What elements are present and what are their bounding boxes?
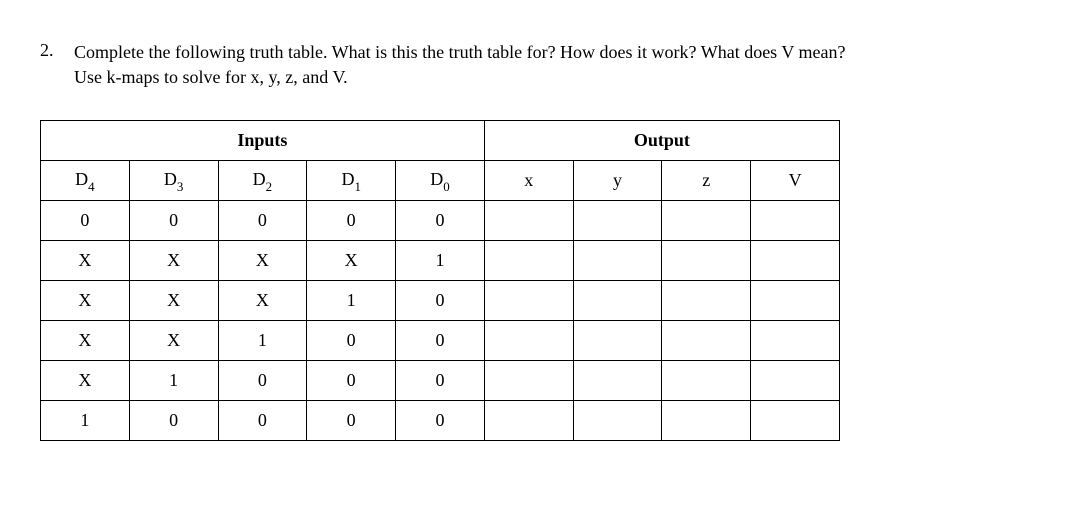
cell: [484, 281, 573, 321]
col-x: x: [484, 161, 573, 201]
cell: 1: [307, 281, 396, 321]
cell: 1: [396, 241, 485, 281]
cell: [484, 401, 573, 441]
question-text-line1: Complete the following truth table. What…: [74, 42, 846, 62]
cell: 0: [307, 401, 396, 441]
cell: 0: [218, 201, 307, 241]
cell: 0: [307, 321, 396, 361]
cell: 0: [129, 401, 218, 441]
table-row: 0 0 0 0 0: [41, 201, 840, 241]
cell: [573, 361, 662, 401]
cell: [662, 361, 751, 401]
cell: [751, 241, 840, 281]
cell: [751, 361, 840, 401]
cell: X: [41, 321, 130, 361]
cell: X: [129, 241, 218, 281]
cell: 1: [41, 401, 130, 441]
cell: [573, 241, 662, 281]
cell: [484, 321, 573, 361]
cell: X: [218, 241, 307, 281]
cell: X: [129, 321, 218, 361]
cell: [662, 201, 751, 241]
table-column-header-row: D4 D3 D2 D1 D0 x y z V: [41, 161, 840, 201]
cell: 0: [396, 201, 485, 241]
cell: [662, 281, 751, 321]
cell: [751, 321, 840, 361]
truth-table: Inputs Output D4 D3 D2 D1 D0 x y z V 0 0…: [40, 120, 840, 441]
col-y: y: [573, 161, 662, 201]
output-header: Output: [484, 121, 839, 161]
cell: [484, 241, 573, 281]
col-d0: D0: [396, 161, 485, 201]
cell: [751, 201, 840, 241]
inputs-header: Inputs: [41, 121, 485, 161]
cell: [573, 401, 662, 441]
cell: 0: [129, 201, 218, 241]
cell: X: [41, 241, 130, 281]
question-number: 2.: [40, 40, 62, 61]
table-row: X X 1 0 0: [41, 321, 840, 361]
table-row: X X X X 1: [41, 241, 840, 281]
cell: [573, 321, 662, 361]
cell: 0: [218, 401, 307, 441]
cell: X: [129, 281, 218, 321]
cell: X: [218, 281, 307, 321]
cell: 0: [396, 361, 485, 401]
cell: 1: [218, 321, 307, 361]
question-text: Complete the following truth table. What…: [74, 40, 846, 90]
cell: 0: [396, 281, 485, 321]
col-d1: D1: [307, 161, 396, 201]
table-body: 0 0 0 0 0 X X X X 1 X X X 1 0: [41, 201, 840, 441]
cell: [751, 401, 840, 441]
cell: [484, 361, 573, 401]
cell: [751, 281, 840, 321]
table-row: X X X 1 0: [41, 281, 840, 321]
cell: 0: [307, 361, 396, 401]
cell: [662, 241, 751, 281]
cell: 0: [307, 201, 396, 241]
cell: X: [41, 281, 130, 321]
col-d2: D2: [218, 161, 307, 201]
cell: [662, 321, 751, 361]
cell: [573, 281, 662, 321]
cell: 0: [41, 201, 130, 241]
table-header-group-row: Inputs Output: [41, 121, 840, 161]
cell: 0: [218, 361, 307, 401]
cell: [662, 401, 751, 441]
cell: 0: [396, 401, 485, 441]
cell: X: [41, 361, 130, 401]
col-d4: D4: [41, 161, 130, 201]
table-row: 1 0 0 0 0: [41, 401, 840, 441]
question-text-line2: Use k-maps to solve for x, y, z, and V.: [74, 67, 348, 87]
cell: [484, 201, 573, 241]
question-block: 2. Complete the following truth table. W…: [30, 40, 1050, 90]
table-row: X 1 0 0 0: [41, 361, 840, 401]
cell: 0: [396, 321, 485, 361]
cell: 1: [129, 361, 218, 401]
col-d3: D3: [129, 161, 218, 201]
cell: [573, 201, 662, 241]
col-v: V: [751, 161, 840, 201]
col-z: z: [662, 161, 751, 201]
cell: X: [307, 241, 396, 281]
